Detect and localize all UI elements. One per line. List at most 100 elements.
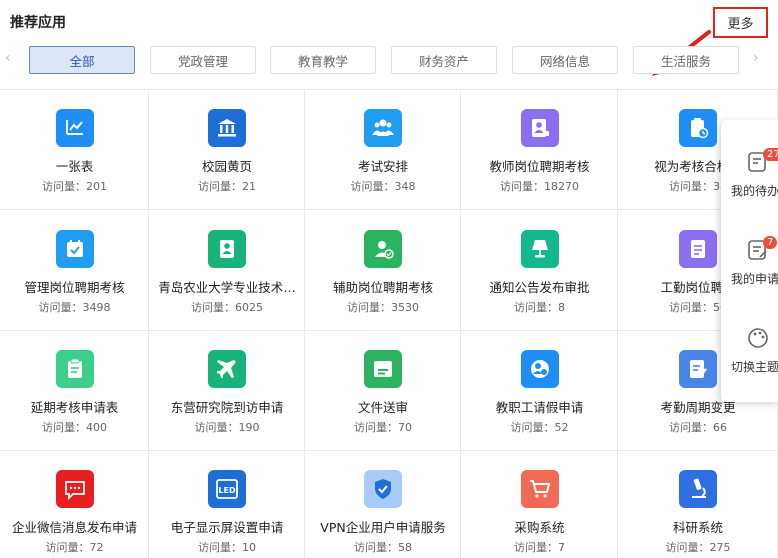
app-tile[interactable]: 校园黄页 访问量：21 xyxy=(149,90,305,210)
visits-label: 访问量： xyxy=(669,301,713,314)
app-name: 管理岗位聘期考核 xyxy=(24,280,125,295)
app-tile[interactable]: 企业微信消息发布申请 访问量：72 xyxy=(0,451,149,558)
visits-count: 6025 xyxy=(235,301,263,314)
tab-education[interactable]: 教育教学 xyxy=(270,46,376,74)
my-todo-label: 我的待办 xyxy=(731,184,778,198)
palette-icon xyxy=(748,328,768,348)
app-name: 辅助岗位聘期考核 xyxy=(332,280,433,295)
floating-quick-panel: 27 我的待办 7 我的申请 切换主题 xyxy=(721,120,778,402)
app-visits: 访问量：8 xyxy=(461,299,618,315)
visits-label: 访问量： xyxy=(350,180,395,193)
app-name: 考试安排 xyxy=(357,159,408,174)
id-card-icon xyxy=(208,230,246,268)
microscope-icon xyxy=(679,470,717,508)
doc-list-icon xyxy=(679,230,717,268)
app-visits: 访问量：201 xyxy=(0,178,149,194)
app-grid-row: 一张表 访问量：201 校园黄页 访问量：21 考试安排 访问量：348 教师岗位聘期考核访… xyxy=(0,90,778,210)
app-tile[interactable]: 青岛农业大学专业技术… 访问量：6025 xyxy=(149,211,305,331)
app-name: 青岛农业大学专业技术… xyxy=(158,280,296,295)
tab-all[interactable]: 全部 xyxy=(29,46,135,74)
app-name: 教职工请假申请 xyxy=(495,400,584,415)
svg-text:LED: LED xyxy=(218,486,236,495)
people-icon xyxy=(364,109,402,147)
app-tile[interactable]: 管理岗位聘期考核访问量：3498 xyxy=(0,211,149,331)
apply-count-badge: 7 xyxy=(763,236,778,249)
app-visits: 访问量：21 xyxy=(149,178,305,194)
app-tile[interactable]: 科研系统 访问量：275 xyxy=(618,451,778,558)
my-apply-button[interactable]: 7 我的申请 xyxy=(721,208,778,288)
switch-theme-button[interactable]: 切换主题 xyxy=(721,296,778,376)
led-icon: LED xyxy=(208,470,246,508)
app-tile[interactable]: LED 电子显示屏设置申请访问量：10 xyxy=(149,451,305,558)
app-grid-row: 延期考核申请表 访问量：400 东营研究院到访申请 访问量：190 文件送审 访问量：70… xyxy=(0,331,778,451)
visits-count: 348 xyxy=(394,180,416,193)
tab-life-service[interactable]: 生活服务 xyxy=(633,46,739,74)
app-tile[interactable]: 考试安排访问量：348 xyxy=(305,90,461,210)
visits-label: 访问量： xyxy=(347,301,391,314)
app-visits: 访问量：72 xyxy=(0,539,149,555)
app-grid-row: 企业微信消息发布申请 访问量：72 LED 电子显示屏设置申请 访问量：10 VPN企业用… xyxy=(0,451,778,558)
app-tile[interactable]: VPN企业用户申请服务 访问量：58 xyxy=(305,451,461,558)
app-name: 电子显示屏设置申请 xyxy=(170,520,284,535)
visits-label: 访问量： xyxy=(354,541,398,554)
my-todo-button[interactable]: 27 我的待办 xyxy=(721,120,778,200)
visits-count: 66 xyxy=(713,421,727,434)
clipboard-clock-icon xyxy=(679,109,717,147)
app-visits: 访问量：70 xyxy=(305,419,461,435)
app-visits: 访问量：7 xyxy=(461,539,618,555)
user-card-icon xyxy=(520,109,559,147)
tab-network[interactable]: 网络信息 xyxy=(512,46,618,74)
clipboard-icon xyxy=(55,350,94,388)
visits-label: 访问量： xyxy=(514,541,558,554)
app-tile[interactable]: 文件送审访问量：70 xyxy=(305,331,461,451)
user-clock-icon xyxy=(520,350,559,388)
app-tile[interactable]: 通知公告发布审批访问量：8 xyxy=(461,211,618,331)
app-tile[interactable]: 东营研究院到访申请 访问量：190 xyxy=(149,331,305,451)
tab-party-admin[interactable]: 党政管理 xyxy=(150,46,256,74)
building-icon xyxy=(208,109,246,147)
app-name: 企业微信消息发布申请 xyxy=(11,520,137,535)
visits-count: 275 xyxy=(709,541,731,554)
folder-icon xyxy=(364,350,402,388)
app-name: 采购系统 xyxy=(514,520,565,535)
app-tile[interactable]: 教师岗位聘期考核访问量：18270 xyxy=(461,90,618,210)
app-name: VPN企业用户申请服务 xyxy=(320,520,446,535)
app-tile[interactable]: 一张表 访问量：201 xyxy=(0,90,149,210)
app-tile[interactable]: 教职工请假申请 访问量：52 xyxy=(461,331,618,451)
app-name: 文件送审 xyxy=(357,400,408,415)
app-tile[interactable]: 延期考核申请表访问量：400 xyxy=(0,331,149,451)
edit-doc-icon xyxy=(679,350,717,388)
section-title: 推荐应用 xyxy=(10,15,66,31)
tabs-prev-chevron-icon[interactable]: ‹ xyxy=(5,50,11,66)
visits-count: 72 xyxy=(89,541,104,554)
app-visits: 访问量：18270 xyxy=(461,178,618,194)
more-button[interactable]: 更多 xyxy=(713,7,768,38)
visits-label: 访问量： xyxy=(42,180,86,193)
app-name: 通知公告发布审批 xyxy=(489,280,590,295)
app-visits: 访问量：10 xyxy=(149,539,305,555)
plane-icon xyxy=(208,350,246,388)
app-grid: 一张表 访问量：201 校园黄页 访问量：21 考试安排 访问量：348 教师岗位聘期考核访… xyxy=(0,89,778,558)
app-tile[interactable]: 辅助岗位聘期考核 访问量：3530 xyxy=(305,211,461,331)
app-visits: 访问量：3498 xyxy=(0,299,149,315)
app-visits: 访问量：66 xyxy=(618,419,778,435)
app-name: 科研系统 xyxy=(672,520,723,535)
visits-count: 10 xyxy=(242,541,256,554)
app-visits: 访问量：348 xyxy=(305,178,461,194)
visits-label: 访问量： xyxy=(45,541,90,554)
tabs-next-chevron-icon[interactable]: › xyxy=(753,50,759,66)
app-visits: 访问量：400 xyxy=(0,419,149,435)
app-tile[interactable]: 采购系统访问量：7 xyxy=(461,451,618,558)
visits-count: 201 xyxy=(86,180,107,193)
section-header: 推荐应用 更多 xyxy=(0,0,778,44)
tab-finance[interactable]: 财务资产 xyxy=(391,46,497,74)
chat-icon xyxy=(55,470,94,508)
app-name: 东营研究院到访申请 xyxy=(170,400,284,415)
app-name: 教师岗位聘期考核 xyxy=(489,159,590,174)
user-check-icon xyxy=(364,230,402,268)
app-name: 延期考核申请表 xyxy=(30,400,119,415)
visits-label: 访问量： xyxy=(514,301,558,314)
visits-label: 访问量： xyxy=(42,421,86,434)
visits-label: 访问量： xyxy=(669,421,713,434)
shield-check-icon xyxy=(364,470,402,508)
